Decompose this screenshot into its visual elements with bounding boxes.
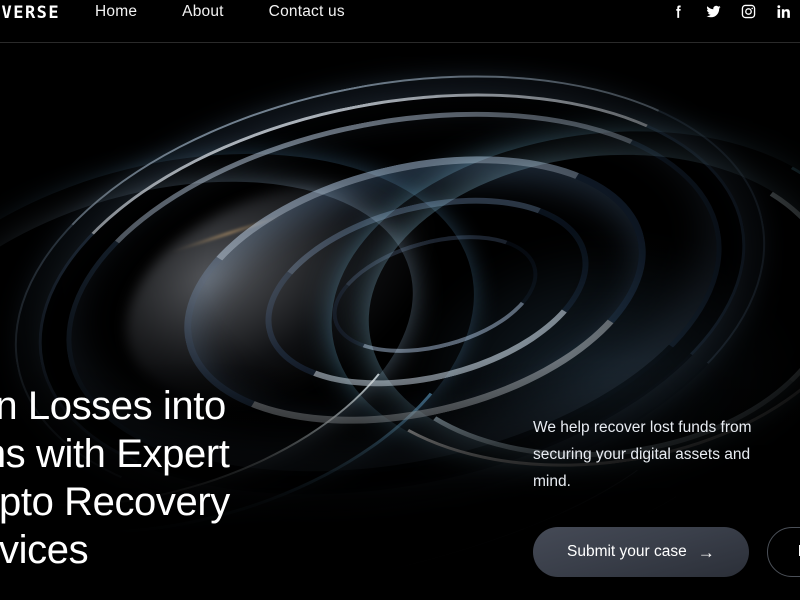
arrow-right-icon: → [697, 542, 715, 562]
hero-headline-line: Services [0, 528, 89, 572]
instagram-icon[interactable] [740, 3, 757, 20]
landing-page: REVERSE Home About Contact us [0, 0, 800, 600]
social-links [670, 3, 792, 20]
hero-cta-row: Submit your case → Learn more → [533, 527, 800, 577]
hero-paragraph: We help recover lost funds from securing… [533, 414, 800, 495]
nav-item-home[interactable]: Home [95, 3, 137, 21]
facebook-icon[interactable] [670, 3, 687, 20]
submit-your-case-label: Submit your case [567, 543, 687, 560]
hero-headline-line: Turn Losses into [0, 384, 226, 428]
site-logo[interactable]: REVERSE [0, 3, 60, 23]
hero-headline-line: Wins with Expert [0, 432, 230, 476]
hero-headline-line: Crypto Recovery [0, 480, 230, 524]
twitter-icon[interactable] [705, 3, 722, 20]
hero-paragraph-line: We help recover lost funds from [533, 419, 752, 436]
hero-paragraph-line: securing your digital assets and [533, 446, 751, 463]
linkedin-icon[interactable] [775, 3, 792, 20]
hero-paragraph-line: mind. [533, 473, 571, 490]
main-navigation: Home About Contact us [95, 3, 345, 21]
nav-item-contact-us[interactable]: Contact us [269, 3, 345, 21]
hero-headline: Turn Losses into Wins with Expert Crypto… [0, 382, 230, 574]
submit-your-case-button[interactable]: Submit your case → [533, 527, 749, 577]
site-header: REVERSE Home About Contact us [0, 0, 800, 43]
nav-item-about[interactable]: About [182, 3, 224, 21]
learn-more-button[interactable]: Learn more → [766, 527, 800, 577]
